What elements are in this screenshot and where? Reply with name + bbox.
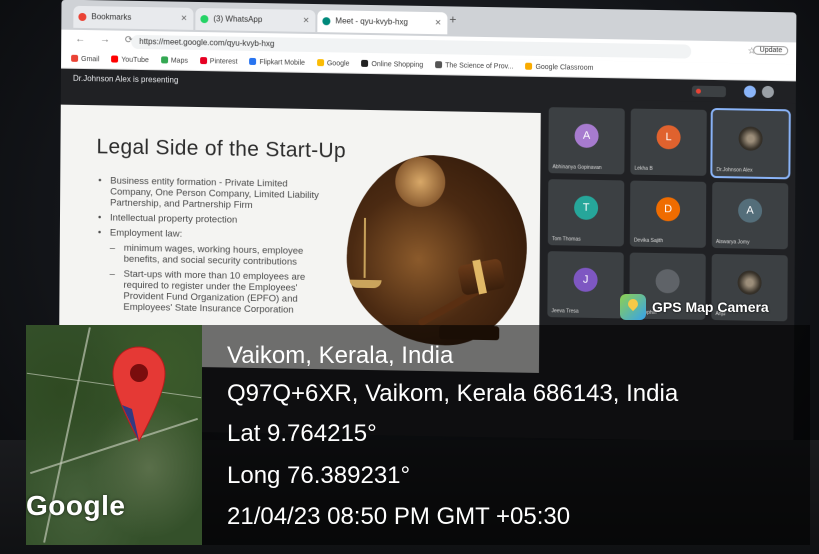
tab-favicon-icon — [200, 15, 209, 24]
gps-camera-label: GPS Map Camera — [620, 292, 769, 322]
avatar: L — [656, 124, 681, 150]
close-tab-icon[interactable]: ✕ — [435, 12, 442, 34]
youtube-icon — [111, 55, 119, 63]
tab-title: (3) WhatsApp — [213, 14, 263, 25]
close-tab-icon[interactable]: ✕ — [181, 8, 188, 30]
update-button[interactable]: Update — [753, 45, 789, 56]
participant-name: Devika Sajith — [633, 237, 664, 245]
stamp-address: Q97Q+6XR, Vaikom, Kerala 686143, India — [227, 380, 679, 407]
tab-title: Meet - qyu-kvyb-hxg — [335, 16, 408, 27]
slide-bullets: Business entity formation - Private Limi… — [97, 175, 330, 320]
participant-tile[interactable]: L Lekha B — [630, 108, 707, 176]
browser-tab-2[interactable]: (3) WhatsApp ✕ — [195, 7, 316, 33]
participant-tile[interactable]: A Abhinanya Gopinavan — [548, 107, 625, 175]
gps-app-label: GPS Map Camera — [652, 299, 769, 315]
meet-more-icon[interactable] — [761, 85, 774, 99]
recording-indicator — [691, 85, 726, 98]
avatar: A — [738, 198, 763, 223]
stamp-place: Vaikom, Kerala, India — [227, 342, 454, 369]
avatar — [655, 268, 680, 294]
scale-pan-icon — [349, 279, 382, 289]
google-map-logo: Google — [26, 490, 126, 521]
browser-tab-3[interactable]: Meet - qyu-kvyb-hxg ✕ — [317, 10, 448, 35]
browser-tab-1[interactable]: Bookmarks ✕ — [73, 5, 194, 30]
slide-bullet: Intellectual property protection — [98, 212, 330, 227]
new-tab-icon[interactable]: + — [449, 12, 456, 26]
scale-of-justice-icon — [363, 217, 367, 278]
avatar: J — [573, 267, 598, 292]
bookmark-item[interactable]: Pinterest — [199, 54, 238, 71]
slide-title: Legal Side of the Start-Up — [96, 135, 347, 163]
flipkart-icon — [249, 57, 257, 66]
meet-status-icon[interactable] — [743, 85, 756, 98]
bookmark-item[interactable]: Flipkart Mobile — [249, 55, 305, 72]
globe-icon — [435, 61, 443, 69]
navigation-icons[interactable]: ← → ⟳ — [75, 34, 139, 46]
participant-name: Tom Thomas — [551, 236, 581, 243]
participant-name: Dr.Johnson Alex — [716, 167, 753, 174]
slide-bullet: Business entity formation - Private Limi… — [98, 175, 330, 212]
participant-name: Lekha B — [634, 165, 653, 172]
bookmark-item[interactable]: Google Classroom — [525, 60, 593, 77]
stamp-longitude: Long 76.389231° — [227, 462, 411, 489]
slide-image-highlight — [395, 156, 446, 208]
participant-tile[interactable]: A Aiswarya Jomy — [711, 181, 789, 250]
bookmark-item[interactable]: Maps — [160, 53, 188, 69]
classroom-icon — [525, 62, 533, 70]
presenter-label: Dr.Johnson Alex is presenting — [72, 73, 179, 85]
participant-name: Abhinanya Gopinavan — [552, 164, 602, 172]
shopping-icon — [361, 59, 369, 67]
avatar-photo — [738, 126, 763, 151]
close-tab-icon[interactable]: ✕ — [303, 10, 310, 32]
pinterest-icon — [199, 57, 207, 65]
participant-tile-presenter[interactable]: Dr.Johnson Alex — [710, 107, 791, 180]
tab-favicon-icon — [322, 17, 331, 26]
participant-tile[interactable]: T Tom Thomas — [547, 179, 625, 247]
participant-tile[interactable]: D Devika Sajith — [629, 180, 707, 248]
slide-bullet: Employment law: — [98, 227, 330, 242]
bookmark-item[interactable]: The Science of Prov... — [435, 58, 514, 75]
gps-map-camera-icon — [620, 294, 646, 320]
participant-name: Aiswarya Jomy — [715, 239, 750, 246]
stamp-datetime: 21/04/23 08:50 PM GMT +05:30 — [227, 503, 571, 530]
gmail-icon — [71, 54, 79, 62]
bookmark-item[interactable]: Google — [316, 56, 350, 73]
photo-frame: Bookmarks ✕ (3) WhatsApp ✕ Meet - qyu-kv… — [0, 0, 819, 554]
participant-name: Jeeva Tresa — [551, 308, 579, 315]
bookmark-item[interactable]: Online Shopping — [361, 57, 423, 74]
avatar: A — [574, 123, 599, 148]
bookmark-item[interactable]: YouTube — [111, 52, 149, 69]
tab-title: Bookmarks — [91, 12, 132, 22]
tab-favicon-icon — [78, 12, 87, 22]
google-icon — [316, 59, 324, 67]
bookmark-item[interactable]: Gmail — [71, 52, 99, 68]
avatar: D — [656, 196, 681, 222]
location-pin-icon — [112, 346, 166, 443]
slide-sub-bullet: Start-ups with more than 10 employees ar… — [97, 268, 329, 316]
avatar: T — [574, 195, 599, 220]
stamp-latitude: Lat 9.764215° — [227, 420, 377, 447]
participant-tile[interactable]: J Jeeva Tresa — [547, 251, 624, 319]
slide-sub-bullet: minimum wages, working hours, employee b… — [98, 242, 330, 268]
maps-icon — [160, 56, 168, 64]
